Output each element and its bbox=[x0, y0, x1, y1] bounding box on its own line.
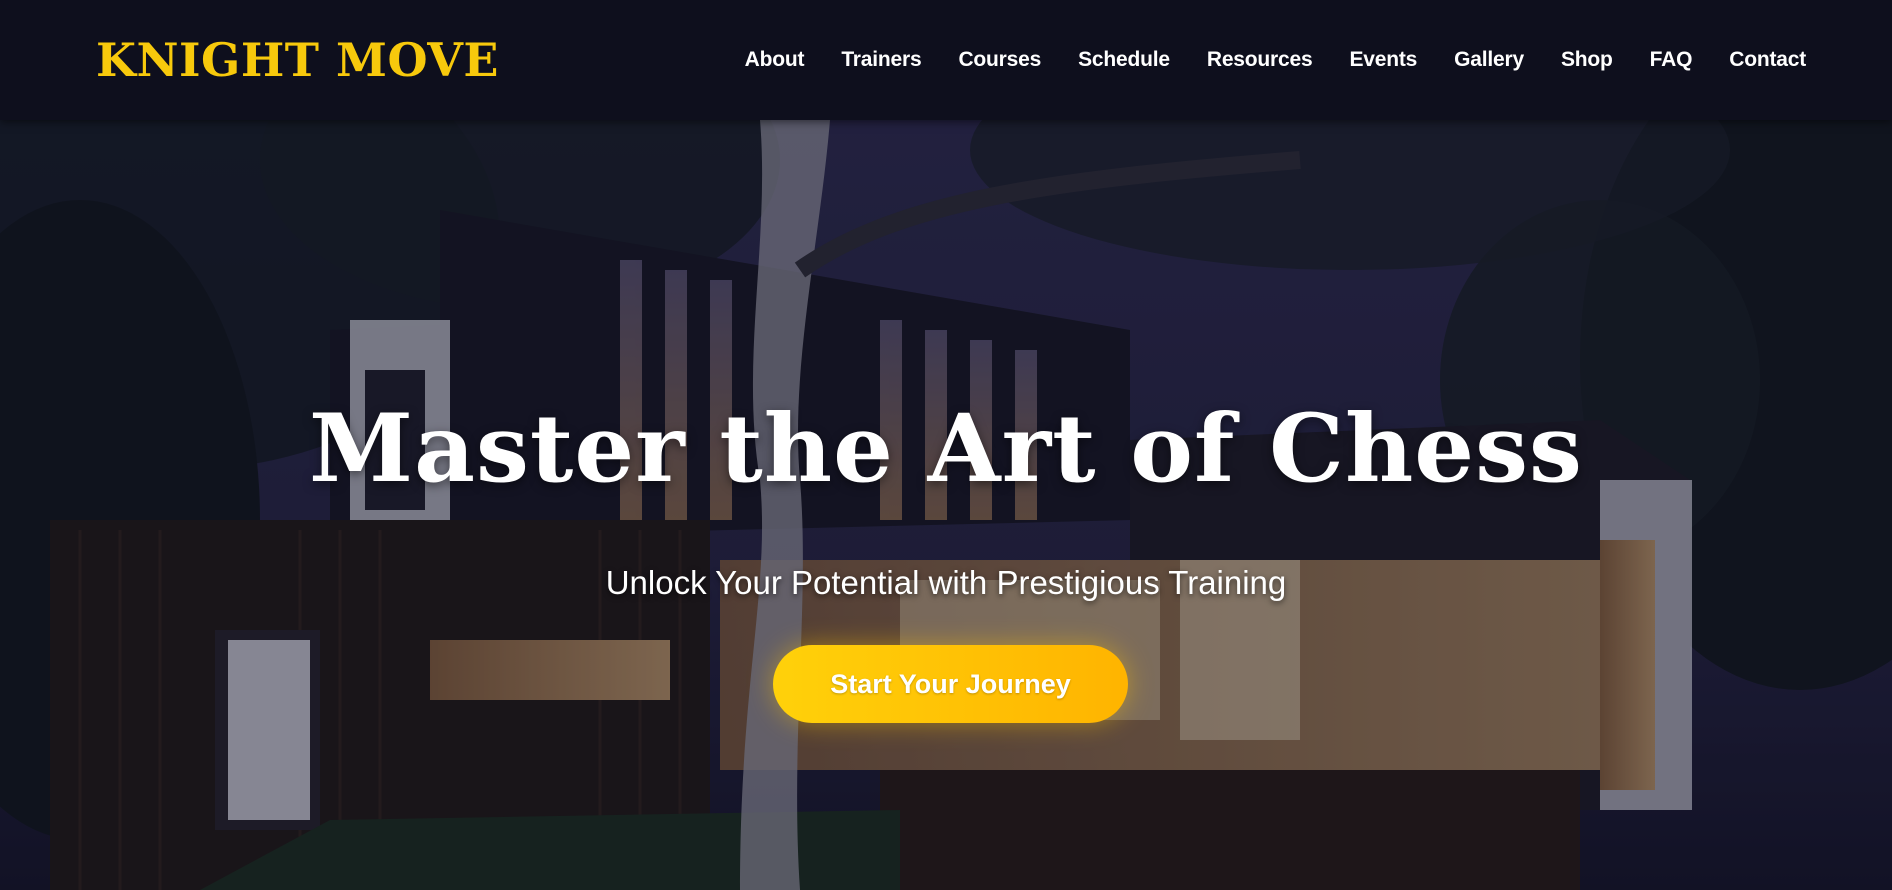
site-header: KNIGHT MOVE About Trainers Courses Sched… bbox=[0, 0, 1892, 120]
hero-section: Master the Art of Chess Unlock Your Pote… bbox=[0, 120, 1892, 890]
nav-link-contact[interactable]: Contact bbox=[1729, 48, 1806, 72]
nav-link-gallery[interactable]: Gallery bbox=[1454, 48, 1524, 72]
hero-title: Master the Art of Chess bbox=[309, 394, 1583, 504]
nav-link-courses[interactable]: Courses bbox=[958, 48, 1041, 72]
nav-link-about[interactable]: About bbox=[745, 48, 805, 72]
start-journey-button[interactable]: Start Your Journey bbox=[773, 645, 1128, 723]
nav-link-schedule[interactable]: Schedule bbox=[1078, 48, 1170, 72]
nav-link-shop[interactable]: Shop bbox=[1561, 48, 1613, 72]
nav-link-events[interactable]: Events bbox=[1349, 48, 1417, 72]
nav-link-trainers[interactable]: Trainers bbox=[841, 48, 921, 72]
main-nav: About Trainers Courses Schedule Resource… bbox=[708, 48, 1807, 72]
hero-content: Master the Art of Chess Unlock Your Pote… bbox=[0, 120, 1892, 890]
logo[interactable]: KNIGHT MOVE bbox=[96, 37, 499, 83]
nav-link-faq[interactable]: FAQ bbox=[1650, 48, 1693, 72]
nav-link-resources[interactable]: Resources bbox=[1207, 48, 1313, 72]
hero-subtitle: Unlock Your Potential with Prestigious T… bbox=[605, 564, 1287, 601]
